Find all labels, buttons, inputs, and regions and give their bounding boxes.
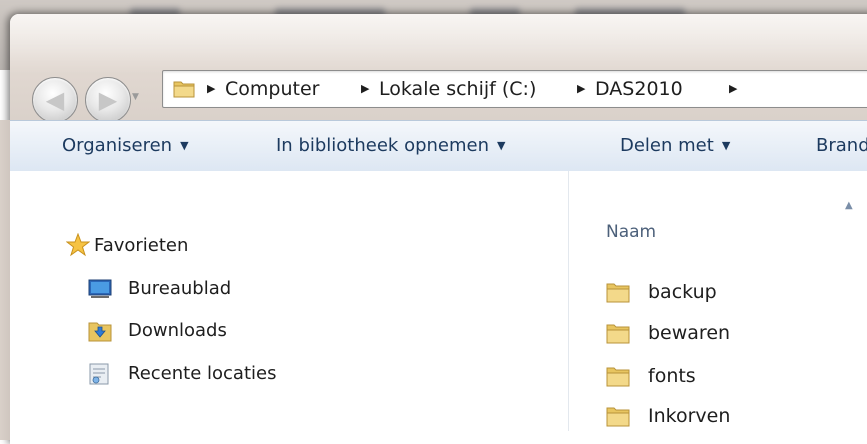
forward-button[interactable]: ▶ (85, 77, 131, 123)
folder-icon (606, 367, 630, 387)
share-with-label: Delen met (620, 135, 714, 156)
file-item-label: bewaren (648, 322, 731, 344)
include-in-library-label: In bibliotheek opnemen (276, 135, 490, 156)
breadcrumb-computer[interactable]: Computer (225, 71, 319, 107)
include-in-library-button[interactable]: In bibliotheek opnemen ▼ (276, 121, 505, 171)
favorites-label: Favorieten (94, 235, 189, 256)
breadcrumb-separator-icon[interactable]: ▶ (729, 71, 737, 107)
desktop-icon (88, 279, 112, 298)
desktop-label: Bureaublad (128, 278, 232, 299)
back-arrow-icon: ◀ (45, 86, 65, 114)
file-item-label: fonts (648, 365, 696, 387)
folder-icon (173, 81, 195, 98)
sort-ascending-icon: ▲ (845, 200, 853, 211)
back-button[interactable]: ◀ (32, 77, 78, 123)
column-header-name[interactable]: Naam (606, 222, 656, 242)
command-bar: Organiseren ▼ In bibliotheek opnemen ▼ Del… (10, 120, 867, 172)
breadcrumb-local-disk[interactable]: Lokale schijf (C:) (379, 71, 536, 107)
file-item-label: Inkorven (648, 405, 731, 427)
address-bar[interactable]: ▶ Computer ▶ Lokale schijf (C:) ▶ DAS201… (162, 70, 867, 108)
breadcrumb-das2010[interactable]: DAS2010 (595, 71, 683, 107)
recent-places-label: Recente locaties (128, 363, 277, 384)
breadcrumb-separator-icon[interactable]: ▶ (207, 71, 215, 107)
chevron-down-icon: ▼ (180, 139, 189, 152)
burn-label: Brand (816, 135, 867, 156)
forward-arrow-icon: ▶ (98, 86, 118, 114)
breadcrumb-separator-icon[interactable]: ▶ (361, 71, 369, 107)
share-with-button[interactable]: Delen met ▼ (620, 121, 730, 171)
folder-icon (606, 283, 630, 303)
downloads-folder-icon (88, 322, 112, 342)
chevron-down-icon: ▼ (497, 139, 506, 152)
recent-places-icon (89, 363, 109, 385)
organize-label: Organiseren (62, 135, 173, 156)
chevron-down-icon: ▼ (721, 139, 731, 152)
breadcrumb-separator-icon[interactable]: ▶ (577, 71, 585, 107)
downloads-label: Downloads (128, 320, 227, 341)
organize-button[interactable]: Organiseren ▼ (62, 121, 189, 171)
file-item-label: backup (648, 281, 717, 303)
folder-icon (606, 407, 630, 427)
navigation-pane (10, 171, 568, 431)
folder-icon (606, 324, 630, 344)
star-icon (66, 233, 90, 257)
recent-pages-dropdown-icon[interactable]: ▼ (132, 91, 142, 103)
burn-button[interactable]: Brand (816, 121, 867, 171)
window-frame-left (0, 120, 10, 440)
